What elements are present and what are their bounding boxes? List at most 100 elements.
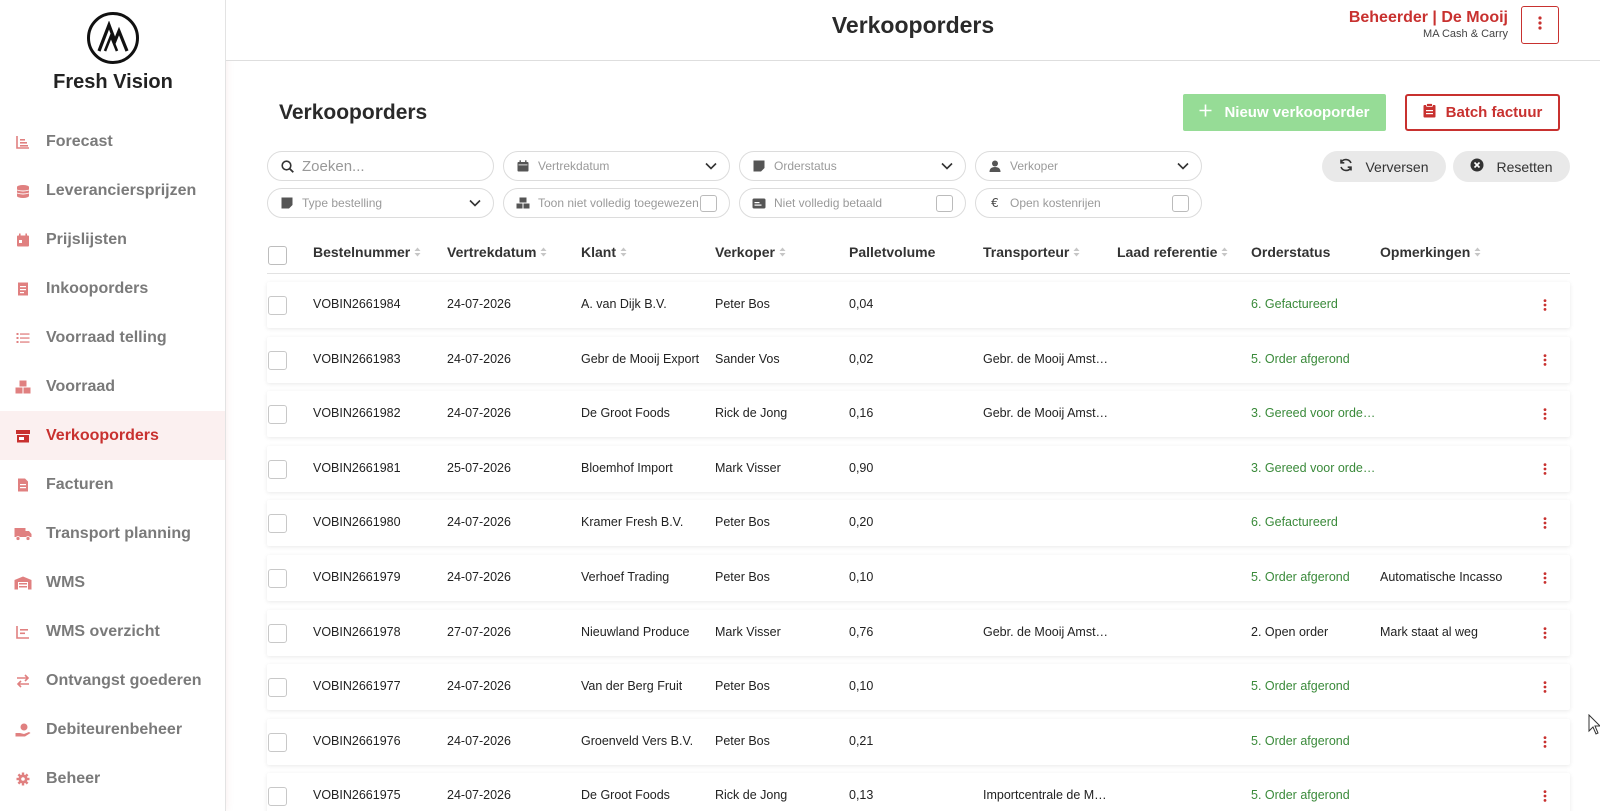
- cell-bestelnummer: VOBIN2661982: [313, 406, 401, 420]
- vertrekdatum-select[interactable]: Vertrekdatum: [503, 151, 730, 181]
- row-menu-icon[interactable]: [1541, 624, 1549, 642]
- sidebar-item-label: Inkooporders: [46, 279, 149, 297]
- refresh-button[interactable]: Verversen: [1322, 151, 1446, 182]
- row-checkbox[interactable]: [268, 296, 287, 315]
- orderstatus-select[interactable]: Orderstatus: [739, 151, 966, 181]
- cell-klant: Kramer Fresh B.V.: [581, 515, 684, 529]
- sidebar-item-voorraad-telling[interactable]: Voorraad telling: [0, 313, 225, 362]
- logo-icon: [87, 12, 139, 64]
- sidebar-item-leveranciersprijzen[interactable]: Leveranciersprijzen: [0, 166, 225, 215]
- column-header-opmerkingen[interactable]: Opmerkingen: [1380, 244, 1481, 260]
- table-row[interactable]: VOBIN2661982 24-07-2026 De Groot Foods Rick…: [267, 391, 1570, 437]
- row-menu-icon[interactable]: [1541, 514, 1549, 532]
- sidebar-item-facturen[interactable]: Facturen: [0, 460, 225, 509]
- row-checkbox[interactable]: [268, 514, 287, 533]
- column-header-vertrekdatum[interactable]: Vertrekdatum: [447, 244, 547, 260]
- column-header-verkoper[interactable]: Verkoper: [715, 244, 786, 260]
- logo[interactable]: Fresh Vision: [0, 12, 226, 94]
- sidebar-item-verkooporders[interactable]: Verkooporders: [0, 411, 225, 460]
- type-bestelling-select[interactable]: Type bestelling: [267, 188, 494, 218]
- sidebar-nav: Forecast Leveranciersprijzen Prijslijste…: [0, 117, 225, 803]
- cell-klant: De Groot Foods: [581, 406, 670, 420]
- toon-niet-toegewezen-checkbox[interactable]: [700, 194, 717, 212]
- cell-palletvolume: 0,20: [849, 515, 874, 529]
- row-menu-icon[interactable]: [1541, 787, 1549, 805]
- open-kostenrijen-checkbox[interactable]: [1172, 194, 1189, 212]
- refresh-icon: [1339, 158, 1353, 175]
- reset-label: Resetten: [1496, 158, 1553, 175]
- sidebar-item-wms[interactable]: WMS: [0, 558, 225, 607]
- sidebar-item-ontvangst-goederen[interactable]: Ontvangst goederen: [0, 656, 225, 705]
- row-checkbox[interactable]: [268, 405, 287, 424]
- column-header-orderstatus[interactable]: Orderstatus: [1251, 244, 1330, 260]
- sidebar-item-label: Prijslijsten: [46, 230, 127, 248]
- column-header-laad-referentie[interactable]: Laad referentie: [1117, 244, 1228, 260]
- chevron-down-icon: [705, 160, 717, 172]
- header-menu-button[interactable]: [1521, 6, 1559, 44]
- table-row[interactable]: VOBIN2661984 24-07-2026 A. van Dijk B.V. Pe…: [267, 282, 1570, 328]
- sort-icon: [540, 247, 547, 257]
- table-row[interactable]: VOBIN2661976 24-07-2026 Groenveld Vers B.V…: [267, 719, 1570, 765]
- row-menu-icon[interactable]: [1541, 296, 1549, 314]
- column-header-bestelnummer[interactable]: Bestelnummer: [313, 244, 421, 260]
- table-row[interactable]: VOBIN2661979 24-07-2026 Verhoef Trading Pet…: [267, 555, 1570, 601]
- row-checkbox[interactable]: [268, 678, 287, 697]
- open-kostenrijen-toggle[interactable]: € Open kostenrijen: [975, 188, 1202, 218]
- sidebar-item-forecast[interactable]: Forecast: [0, 117, 225, 166]
- row-checkbox[interactable]: [268, 460, 287, 479]
- cell-orderstatus: 6. Gefactureerd: [1251, 297, 1338, 311]
- cell-vertrekdatum: 24-07-2026: [447, 297, 511, 311]
- open-kostenrijen-label: Open kostenrijen: [1010, 196, 1101, 210]
- toon-niet-toegewezen-toggle[interactable]: Toon niet volledig toegewezen: [503, 188, 730, 218]
- row-checkbox[interactable]: [268, 733, 287, 752]
- column-header-palletvolume[interactable]: Palletvolume: [849, 244, 935, 260]
- cell-klant: Bloemhof Import: [581, 461, 673, 475]
- column-header-transporteur[interactable]: Transporteur: [983, 244, 1080, 260]
- search-input[interactable]: Zoeken...: [267, 151, 494, 181]
- new-order-button[interactable]: Nieuw verkooporder: [1183, 94, 1386, 131]
- row-menu-icon[interactable]: [1541, 569, 1549, 587]
- table-row[interactable]: VOBIN2661980 24-07-2026 Kramer Fresh B.V. P…: [267, 500, 1570, 546]
- sidebar-item-inkooporders[interactable]: Inkooporders: [0, 264, 225, 313]
- reset-button[interactable]: Resetten: [1453, 151, 1570, 182]
- row-menu-icon[interactable]: [1541, 733, 1549, 751]
- type-bestelling-placeholder: Type bestelling: [302, 196, 383, 210]
- row-menu-icon[interactable]: [1541, 405, 1549, 423]
- verkoper-select[interactable]: Verkoper: [975, 151, 1202, 181]
- row-checkbox[interactable]: [268, 624, 287, 643]
- cell-bestelnummer: VOBIN2661976: [313, 734, 401, 748]
- row-checkbox[interactable]: [268, 787, 287, 806]
- table-row[interactable]: VOBIN2661978 27-07-2026 Nieuwland Produce M…: [267, 610, 1570, 656]
- row-menu-icon[interactable]: [1541, 460, 1549, 478]
- table-row[interactable]: VOBIN2661975 24-07-2026 De Groot Foods Rick…: [267, 773, 1570, 811]
- select-all-checkbox[interactable]: [268, 246, 287, 265]
- refresh-label: Verversen: [1365, 158, 1429, 175]
- sidebar-item-debiteurenbeheer[interactable]: Debiteurenbeheer: [0, 705, 225, 754]
- niet-betaald-checkbox[interactable]: [936, 194, 953, 212]
- sidebar-item-beheer[interactable]: Beheer: [0, 754, 225, 803]
- sidebar-item-prijslijsten[interactable]: Prijslijsten: [0, 215, 225, 264]
- row-checkbox[interactable]: [268, 569, 287, 588]
- cell-orderstatus: 5. Order afgerond: [1251, 352, 1350, 366]
- table-header: Bestelnummer Vertrekdatum Klant Verkoper…: [267, 238, 1570, 274]
- user-info: Beheerder | De Mooij MA Cash & Carry: [1349, 9, 1508, 40]
- batch-invoice-button[interactable]: Batch factuur: [1405, 94, 1560, 131]
- cell-verkoper: Peter Bos: [715, 734, 770, 748]
- cell-verkoper: Peter Bos: [715, 297, 770, 311]
- sidebar-item-voorraad[interactable]: Voorraad: [0, 362, 225, 411]
- column-header-klant[interactable]: Klant: [581, 244, 627, 260]
- table-row[interactable]: VOBIN2661977 24-07-2026 Van der Berg Fruit…: [267, 664, 1570, 710]
- row-checkbox[interactable]: [268, 351, 287, 370]
- sidebar-item-transport-planning[interactable]: Transport planning: [0, 509, 225, 558]
- niet-betaald-toggle[interactable]: Niet volledig betaald: [739, 188, 966, 218]
- sidebar-item-wms-overzicht[interactable]: WMS overzicht: [0, 607, 225, 656]
- exchange-icon: [14, 672, 32, 690]
- table-row[interactable]: VOBIN2661981 25-07-2026 Bloemhof Import Mar…: [267, 446, 1570, 492]
- sidebar-item-label: Beheer: [46, 769, 101, 787]
- cell-verkoper: Mark Visser: [715, 625, 781, 639]
- row-menu-icon[interactable]: [1541, 351, 1549, 369]
- table-row[interactable]: VOBIN2661983 24-07-2026 Gebr de Mooij Expo…: [267, 337, 1570, 383]
- note-icon: [752, 159, 766, 173]
- row-menu-icon[interactable]: [1541, 678, 1549, 696]
- euro-icon: €: [991, 196, 999, 210]
